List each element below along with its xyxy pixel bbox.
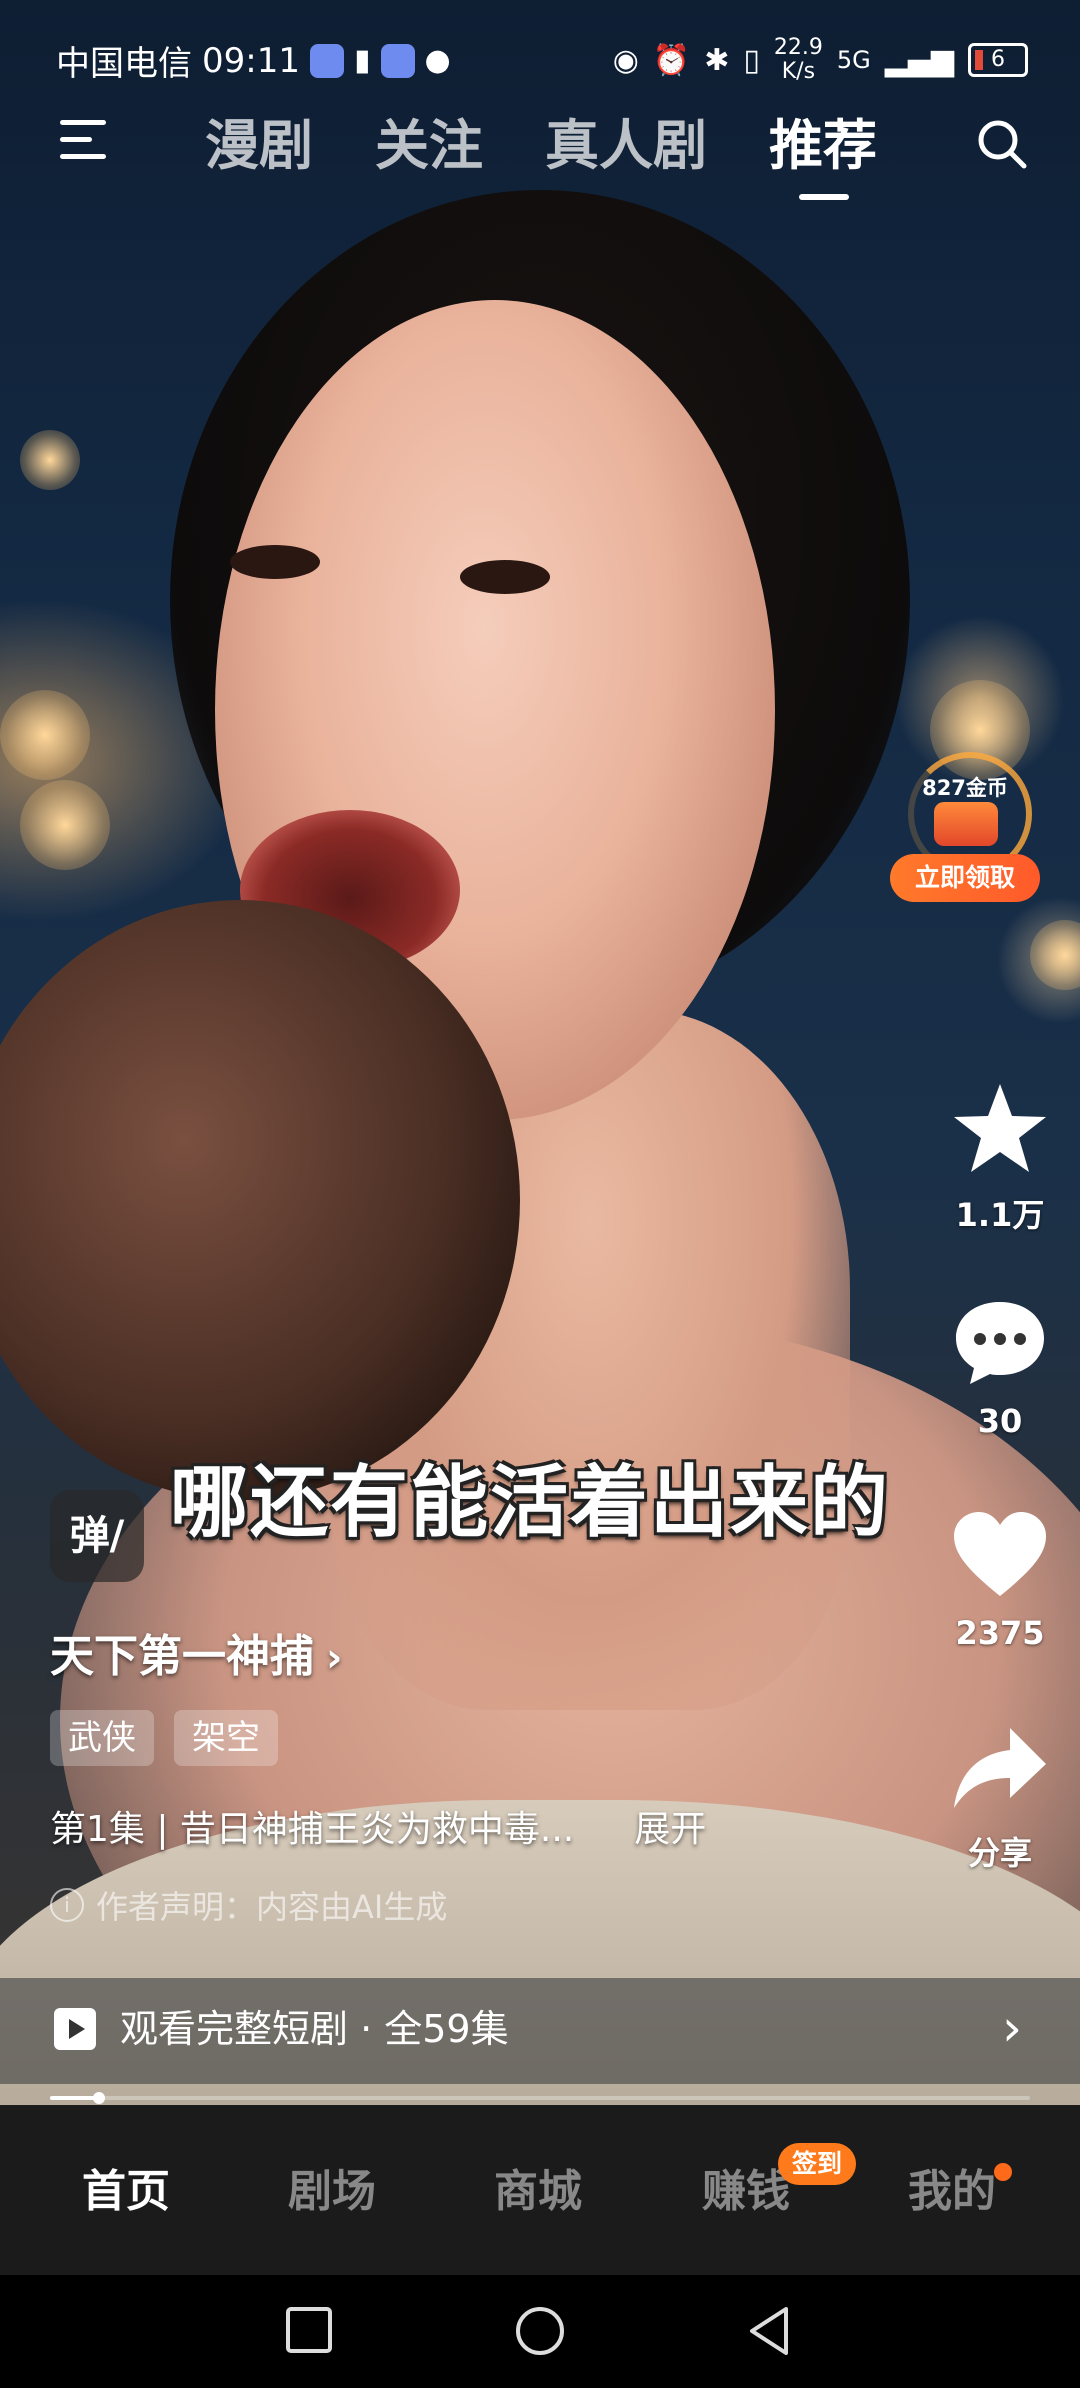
alarm-icon: ⏰ — [652, 42, 691, 78]
video-eye — [460, 560, 550, 594]
episode-description: 第1集 | 昔日神捕王炎为救中毒... 展开 — [50, 1800, 706, 1852]
watch-full-label: 观看完整短剧 · 全59集 — [120, 2007, 509, 2051]
top-nav: 漫剧 关注 真人剧 推荐 — [0, 110, 1080, 210]
favorite-count: 1.1万 — [955, 1196, 1045, 1234]
bokeh-light — [20, 780, 110, 870]
notification-dot — [994, 2163, 1012, 2181]
tag-fictional[interactable]: 架空 — [174, 1710, 278, 1766]
like-count: 2375 — [955, 1614, 1045, 1652]
favorite-button[interactable]: 1.1万 — [940, 1080, 1060, 1236]
tab-manju[interactable]: 漫剧 — [205, 110, 313, 182]
tag-wuxia[interactable]: 武侠 — [50, 1710, 154, 1766]
like-button[interactable]: 2375 — [940, 1508, 1060, 1652]
video-eye — [230, 545, 320, 579]
tab-live-action[interactable]: 真人剧 — [545, 110, 707, 182]
nav-home[interactable]: 首页 — [56, 2155, 196, 2219]
app-notification-icon — [309, 43, 344, 78]
progress-fill — [50, 2096, 99, 2100]
description-text: 第1集 | 昔日神捕王炎为救中毒... — [50, 1809, 575, 1850]
info-icon: i — [50, 1888, 84, 1922]
battery-icon: 6 — [968, 43, 1028, 77]
checkin-badge: 签到 — [778, 2143, 857, 2185]
claim-coins-button[interactable]: 立即领取 — [890, 854, 1040, 902]
share-button[interactable]: 分享 — [940, 1724, 1060, 1874]
heart-icon — [954, 1512, 1046, 1596]
tab-recommended[interactable]: 推荐 — [769, 110, 877, 200]
share-arrow-icon — [954, 1728, 1046, 1808]
danmu-toggle-button[interactable]: 弹/ — [50, 1490, 144, 1582]
bokeh-light — [0, 690, 90, 780]
share-label: 分享 — [967, 1834, 1032, 1872]
signal-icon: ▂▄▆ — [884, 42, 954, 78]
drama-title-link[interactable]: 天下第一神捕 › — [50, 1620, 342, 1684]
vibrate-icon: ▯ — [743, 42, 760, 78]
video-subtitle: 哪还有能活着出来的 — [170, 1458, 891, 1548]
status-bar: 中国电信 09:11 ▮ ● ◉ ⏰ ✱ ▯ 22.9 K/s 5G ▂▄▆ 6 — [0, 36, 1080, 86]
menu-icon[interactable] — [60, 120, 106, 160]
comment-button[interactable]: 30 — [940, 1298, 1060, 1440]
network-type: 5G — [836, 46, 871, 74]
app-notification-icon — [380, 43, 415, 78]
clock: 09:11 — [202, 40, 300, 81]
search-icon[interactable] — [976, 118, 1028, 170]
tab-following[interactable]: 关注 — [375, 110, 483, 182]
coin-amount: 827金币 — [922, 776, 1008, 800]
nav-mall[interactable]: 商城 — [468, 2155, 608, 2219]
ai-disclaimer: i 作者声明：内容由AI生成 — [50, 1882, 447, 1928]
net-speed: 22.9 K/s — [774, 36, 823, 84]
net-speed-value: 22.9 — [773, 35, 823, 60]
progress-handle[interactable] — [93, 2092, 105, 2104]
expand-button[interactable]: 展开 — [634, 1809, 706, 1850]
chevron-right-icon: › — [1002, 1999, 1022, 2057]
bokeh-light — [1030, 920, 1080, 990]
watch-full-series-bar[interactable]: 观看完整短剧 · 全59集 › — [0, 1978, 1080, 2084]
battery-level: 6 — [991, 47, 1005, 72]
comment-icon — [956, 1302, 1044, 1384]
treasure-chest-icon — [934, 802, 998, 846]
bottom-nav: 首页 剧场 商城 赚钱 签到 我的 — [0, 2105, 1080, 2275]
recent-apps-icon[interactable] — [284, 2305, 334, 2355]
ai-disclaimer-text: 作者声明：内容由AI生成 — [96, 1888, 448, 1926]
eye-icon: ◉ — [612, 42, 639, 78]
carrier-name: 中国电信 — [56, 44, 192, 84]
top-tabs: 漫剧 关注 真人剧 推荐 — [205, 110, 877, 200]
bokeh-light — [20, 430, 80, 490]
qq-icon: ● — [424, 43, 451, 78]
drama-title: 天下第一神捕 — [50, 1631, 314, 1682]
screen: 中国电信 09:11 ▮ ● ◉ ⏰ ✱ ▯ 22.9 K/s 5G ▂▄▆ 6… — [0, 0, 1080, 2388]
home-button-icon[interactable] — [514, 2305, 566, 2357]
bluetooth-icon: ✱ — [704, 42, 730, 78]
star-icon — [954, 1084, 1046, 1172]
video-player[interactable] — [0, 0, 1080, 2105]
playback-progress-bar[interactable] — [50, 2092, 1030, 2104]
tag-list: 武侠 架空 — [50, 1710, 278, 1766]
sim-icon: ▮ — [353, 43, 371, 78]
back-icon[interactable] — [746, 2305, 792, 2357]
play-icon — [54, 2008, 96, 2050]
coin-reward-widget[interactable]: 827金币 立即领取 — [890, 752, 1040, 912]
chevron-right-icon: › — [326, 1635, 343, 1681]
comment-count: 30 — [977, 1402, 1023, 1440]
system-nav-bar — [0, 2275, 1080, 2388]
nav-theater[interactable]: 剧场 — [262, 2155, 402, 2219]
net-speed-unit: K/s — [781, 59, 816, 84]
